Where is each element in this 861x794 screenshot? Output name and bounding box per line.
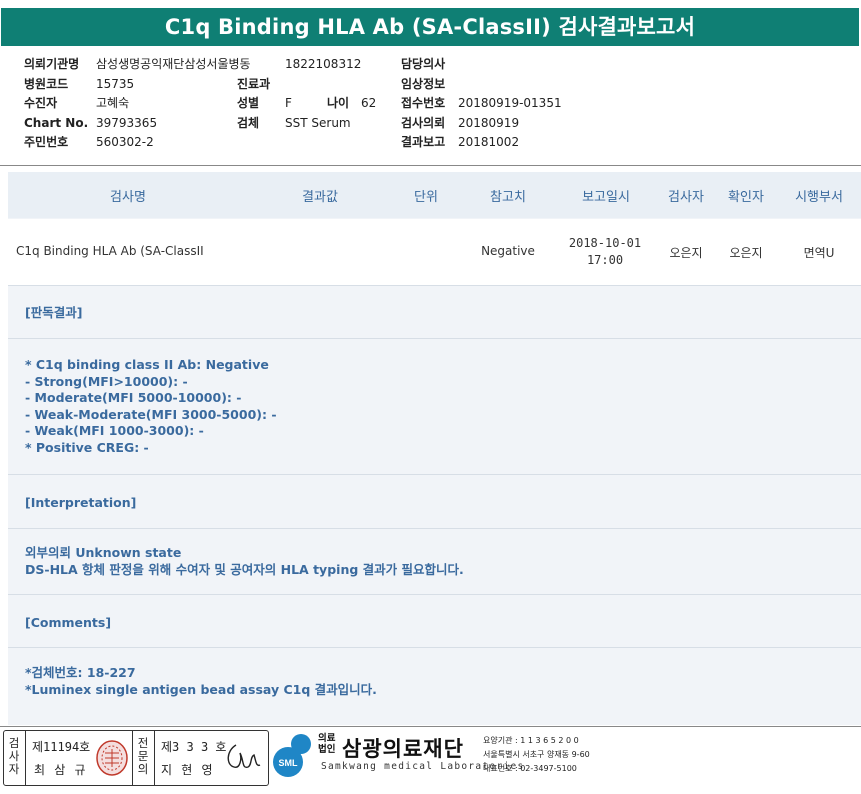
- section-divider: [8, 338, 861, 339]
- judgment-line: - Moderate(MFI 5000-10000): -: [25, 390, 242, 406]
- tester-vertical-label: 검 사 자: [8, 737, 20, 776]
- org-name: 삼광의료재단: [342, 737, 464, 761]
- specimen-value: SST Serum: [285, 115, 351, 130]
- table-row: C1q Binding HLA Ab (SA-ClassII Negative …: [8, 219, 861, 285]
- phone: 대표번호 : 02-3497-5100: [483, 764, 577, 773]
- interpretation-title: [Interpretation]: [25, 495, 137, 510]
- org-type: 의료 법인: [318, 733, 335, 755]
- chart-no-label: Chart No.: [24, 115, 89, 130]
- referral-code-value: 1822108312: [285, 57, 362, 71]
- judgment-title: [판독결과]: [25, 305, 83, 320]
- interpretation-line: 외부의뢰 Unknown state: [25, 545, 182, 560]
- report-date-cell: 2018-10-01: [568, 236, 642, 250]
- comments-title: [Comments]: [25, 615, 112, 630]
- sig-divider: [25, 731, 26, 785]
- judgment-line: - Weak-Moderate(MFI 3000-5000): -: [25, 406, 277, 422]
- col-confirmer: 확인자: [728, 190, 764, 205]
- hospital-code-value: 15735: [96, 76, 135, 91]
- report-date-label: 결과보고: [401, 135, 446, 149]
- clinical-info-label: 임상정보: [401, 76, 446, 91]
- patient-label: 수진자: [24, 96, 58, 110]
- resident-no-label: 주민번호: [24, 135, 69, 149]
- comments-body: *검체번호: 18-227 *Luminex single antigen be…: [25, 665, 377, 698]
- care-code: 요양기관 : 1 1 3 6 5 2 0 0: [483, 736, 579, 745]
- test-name-cell: C1q Binding HLA Ab (SA-ClassII: [16, 244, 204, 258]
- label-char: 의: [137, 762, 149, 776]
- org-type-line: 법인: [318, 744, 336, 755]
- section-divider: [8, 594, 861, 595]
- info-column-2: 1822108312 진료과 성별 F 나이 62 검체 SST Serum: [237, 55, 376, 133]
- header-divider: [0, 165, 861, 166]
- specimen-label: 검체: [237, 115, 260, 130]
- org-type-line: 의료: [318, 733, 336, 744]
- tester-license: 제11194호: [32, 740, 91, 754]
- request-date-label: 검사의뢰: [401, 115, 446, 130]
- row-divider: [8, 285, 861, 286]
- col-reference: 참고치: [490, 190, 526, 205]
- judgment-body: * C1q binding class II Ab: Negative - St…: [25, 357, 277, 457]
- resident-no-value: 560302-2: [96, 135, 154, 149]
- sex-value: F: [285, 96, 292, 110]
- table-header: 검사명 결과값 단위 참고치 보고일시 검사자 확인자 시행부서: [8, 172, 861, 218]
- comment-line: *Luminex single antigen bead assay C1q 결…: [25, 681, 377, 697]
- section-divider: [8, 528, 861, 529]
- department-cell: 면역U: [803, 246, 835, 260]
- confirmer-cell: 오은지: [729, 246, 763, 260]
- col-unit: 단위: [414, 190, 438, 205]
- footer-divider: [0, 726, 861, 727]
- receipt-no-value: 20180919-01351: [458, 96, 562, 110]
- seal-stamp-icon: [96, 740, 128, 776]
- report-date-value: 20181002: [458, 135, 520, 149]
- org-label: 의뢰기관명: [24, 57, 80, 71]
- sml-logo-icon: SML: [273, 734, 311, 777]
- org-value: 삼성생명공익재단삼성서울병동: [96, 57, 251, 71]
- sig-divider: [132, 731, 133, 785]
- patient-value: 고혜숙: [96, 96, 130, 110]
- report-time-cell: 17:00: [586, 253, 624, 267]
- age-label: 나이: [327, 96, 350, 110]
- sex-label: 성별: [237, 96, 260, 110]
- col-test-name: 검사명: [110, 190, 146, 205]
- col-result: 결과값: [302, 190, 338, 205]
- label-char: 자: [8, 762, 20, 776]
- specialist-vertical-label: 전 문 의: [137, 737, 149, 776]
- request-date-value: 20180919: [458, 115, 520, 130]
- signature-box: 검 사 자 제11194호 최 삼 규 전 문 의 제3 3 3 호 지 현 영: [3, 730, 269, 786]
- judgment-line: * C1q binding class II Ab: Negative: [25, 357, 269, 372]
- interpretation-line: DS-HLA 항체 판정을 위해 수여자 및 공여자의 HLA typing 결…: [25, 561, 464, 577]
- result-panel: 검사명 결과값 단위 참고치 보고일시 검사자 확인자 시행부서 C1q Bin…: [8, 172, 861, 725]
- reference-cell: Negative: [481, 244, 535, 258]
- col-tester: 검사자: [668, 190, 704, 205]
- handwritten-signature-icon: [227, 744, 261, 768]
- section-divider: [8, 474, 861, 475]
- age-value: 62: [361, 96, 377, 110]
- department-label: 진료과: [237, 76, 271, 91]
- chart-no-value: 39793365: [96, 115, 158, 130]
- sig-divider: [154, 731, 155, 785]
- doctor-label: 담당의사: [401, 57, 446, 71]
- judgment-line: - Strong(MFI>10000): -: [25, 373, 188, 389]
- info-column-3: 담당의사 임상정보 접수번호 20180919-01351 검사의뢰 2018091…: [401, 55, 562, 153]
- section-divider: [8, 647, 861, 648]
- specialist-name: 지 현 영: [161, 763, 214, 777]
- specialist-license: 제3 3 3 호: [161, 740, 227, 754]
- info-column-1: 의뢰기관명 삼성생명공익재단삼성서울병동 병원코드 15735 수진자 고혜숙 Cha…: [24, 55, 251, 153]
- col-department: 시행부서: [795, 190, 843, 205]
- judgment-line: - Weak(MFI 1000-3000): -: [25, 423, 204, 439]
- judgment-line: * Positive CREG: -: [25, 439, 149, 455]
- col-report-datetime: 보고일시: [582, 190, 630, 205]
- logo-badge-text: SML: [279, 758, 299, 768]
- comment-line: *검체번호: 18-227: [25, 665, 136, 680]
- interpretation-body: 외부의뢰 Unknown state DS-HLA 항체 판정을 위해 수여자 …: [25, 545, 464, 578]
- report-title: C1q Binding HLA Ab (SA-ClassII) 검사결과보고서: [1, 8, 859, 46]
- address: 서울특별시 서초구 양재동 9-60: [483, 750, 590, 759]
- hospital-code-label: 병원코드: [24, 76, 69, 91]
- receipt-no-label: 접수번호: [401, 96, 446, 110]
- tester-cell: 오은지: [669, 246, 703, 260]
- tester-name: 최 삼 규: [34, 763, 87, 777]
